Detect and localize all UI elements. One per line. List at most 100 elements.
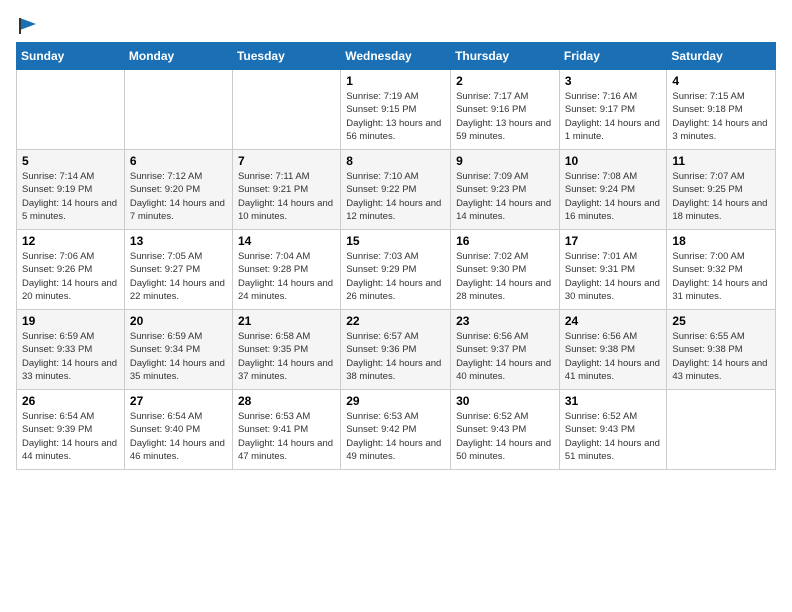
logo-flag-icon (18, 16, 38, 36)
day-number: 18 (672, 234, 770, 248)
calendar-cell: 23Sunrise: 6:56 AM Sunset: 9:37 PM Dayli… (451, 310, 560, 390)
calendar-cell: 21 Sunrise: 6:58 AM Sunset: 9:35 PM Dayli… (232, 310, 340, 390)
day-number: 14 (238, 234, 335, 248)
day-number: 3 (565, 74, 662, 88)
calendar-table: SundayMondayTuesdayWednesdayThursdayFrid… (16, 42, 776, 470)
calendar-week-row: 5Sunrise: 7:14 AM Sunset: 9:19 PM Daylig… (17, 150, 776, 230)
day-number: 22 (346, 314, 445, 328)
calendar-cell: 18 Sunrise: 7:00 AM Sunset: 9:32 PM Dayli… (667, 230, 776, 310)
day-info: Sunrise: 6:57 AM Sunset: 9:36 PM Dayligh… (346, 330, 445, 383)
day-info: Sunrise: 7:10 AM Sunset: 9:22 PM Dayligh… (346, 170, 445, 223)
page-header (16, 16, 776, 32)
calendar-cell: 26 Sunrise: 6:54 AM Sunset: 9:39 PM Dayli… (17, 390, 125, 470)
day-number: 8 (346, 154, 445, 168)
calendar-cell: 5Sunrise: 7:14 AM Sunset: 9:19 PM Daylig… (17, 150, 125, 230)
day-info: Sunrise: 6:52 AM Sunset: 9:43 PM Dayligh… (456, 410, 554, 463)
column-header-tuesday: Tuesday (232, 43, 340, 70)
calendar-cell: 1 Sunrise: 7:19 AM Sunset: 9:15 PM Daylig… (341, 70, 451, 150)
calendar-week-row: 26 Sunrise: 6:54 AM Sunset: 9:39 PM Dayli… (17, 390, 776, 470)
calendar-cell: 25Sunrise: 6:55 AM Sunset: 9:38 PM Dayli… (667, 310, 776, 390)
calendar-week-row: 12 Sunrise: 7:06 AM Sunset: 9:26 PM Dayli… (17, 230, 776, 310)
day-info: Sunrise: 7:08 AM Sunset: 9:24 PM Dayligh… (565, 170, 662, 223)
calendar-cell: 12 Sunrise: 7:06 AM Sunset: 9:26 PM Dayli… (17, 230, 125, 310)
day-info: Sunrise: 6:56 AM Sunset: 9:37 PM Dayligh… (456, 330, 554, 383)
day-number: 26 (22, 394, 119, 408)
day-number: 30 (456, 394, 554, 408)
day-number: 27 (130, 394, 227, 408)
calendar-cell: 17Sunrise: 7:01 AM Sunset: 9:31 PM Dayli… (559, 230, 667, 310)
day-info: Sunrise: 7:15 AM Sunset: 9:18 PM Dayligh… (672, 90, 770, 143)
calendar-cell: 31 Sunrise: 6:52 AM Sunset: 9:43 PM Dayli… (559, 390, 667, 470)
day-info: Sunrise: 6:53 AM Sunset: 9:42 PM Dayligh… (346, 410, 445, 463)
day-number: 10 (565, 154, 662, 168)
calendar-cell: 20Sunrise: 6:59 AM Sunset: 9:34 PM Dayli… (124, 310, 232, 390)
calendar-week-row: 1 Sunrise: 7:19 AM Sunset: 9:15 PM Daylig… (17, 70, 776, 150)
calendar-cell: 11 Sunrise: 7:07 AM Sunset: 9:25 PM Dayli… (667, 150, 776, 230)
column-header-wednesday: Wednesday (341, 43, 451, 70)
calendar-cell: 27Sunrise: 6:54 AM Sunset: 9:40 PM Dayli… (124, 390, 232, 470)
day-info: Sunrise: 7:09 AM Sunset: 9:23 PM Dayligh… (456, 170, 554, 223)
calendar-cell (667, 390, 776, 470)
day-number: 11 (672, 154, 770, 168)
day-number: 5 (22, 154, 119, 168)
logo (16, 16, 38, 32)
column-header-monday: Monday (124, 43, 232, 70)
calendar-header-row: SundayMondayTuesdayWednesdayThursdayFrid… (17, 43, 776, 70)
day-info: Sunrise: 7:07 AM Sunset: 9:25 PM Dayligh… (672, 170, 770, 223)
day-number: 7 (238, 154, 335, 168)
day-number: 2 (456, 74, 554, 88)
day-number: 16 (456, 234, 554, 248)
day-info: Sunrise: 6:54 AM Sunset: 9:39 PM Dayligh… (22, 410, 119, 463)
calendar-cell (232, 70, 340, 150)
calendar-cell: 24 Sunrise: 6:56 AM Sunset: 9:38 PM Dayli… (559, 310, 667, 390)
calendar-cell: 6 Sunrise: 7:12 AM Sunset: 9:20 PM Daylig… (124, 150, 232, 230)
day-info: Sunrise: 6:59 AM Sunset: 9:34 PM Dayligh… (130, 330, 227, 383)
day-info: Sunrise: 6:56 AM Sunset: 9:38 PM Dayligh… (565, 330, 662, 383)
day-number: 13 (130, 234, 227, 248)
day-number: 31 (565, 394, 662, 408)
day-number: 1 (346, 74, 445, 88)
day-info: Sunrise: 7:19 AM Sunset: 9:15 PM Dayligh… (346, 90, 445, 143)
calendar-cell: 9 Sunrise: 7:09 AM Sunset: 9:23 PM Daylig… (451, 150, 560, 230)
day-info: Sunrise: 7:00 AM Sunset: 9:32 PM Dayligh… (672, 250, 770, 303)
calendar-cell: 15 Sunrise: 7:03 AM Sunset: 9:29 PM Dayli… (341, 230, 451, 310)
day-number: 29 (346, 394, 445, 408)
day-info: Sunrise: 7:02 AM Sunset: 9:30 PM Dayligh… (456, 250, 554, 303)
calendar-cell: 2 Sunrise: 7:17 AM Sunset: 9:16 PM Daylig… (451, 70, 560, 150)
calendar-cell: 29 Sunrise: 6:53 AM Sunset: 9:42 PM Dayli… (341, 390, 451, 470)
day-info: Sunrise: 7:03 AM Sunset: 9:29 PM Dayligh… (346, 250, 445, 303)
calendar-cell: 3 Sunrise: 7:16 AM Sunset: 9:17 PM Daylig… (559, 70, 667, 150)
day-number: 17 (565, 234, 662, 248)
calendar-cell (17, 70, 125, 150)
calendar-cell: 14 Sunrise: 7:04 AM Sunset: 9:28 PM Dayli… (232, 230, 340, 310)
day-number: 9 (456, 154, 554, 168)
calendar-cell: 22 Sunrise: 6:57 AM Sunset: 9:36 PM Dayli… (341, 310, 451, 390)
day-number: 28 (238, 394, 335, 408)
calendar-cell: 16 Sunrise: 7:02 AM Sunset: 9:30 PM Dayli… (451, 230, 560, 310)
day-info: Sunrise: 6:52 AM Sunset: 9:43 PM Dayligh… (565, 410, 662, 463)
calendar-cell: 30 Sunrise: 6:52 AM Sunset: 9:43 PM Dayli… (451, 390, 560, 470)
day-info: Sunrise: 7:04 AM Sunset: 9:28 PM Dayligh… (238, 250, 335, 303)
day-number: 4 (672, 74, 770, 88)
column-header-friday: Friday (559, 43, 667, 70)
calendar-cell: 7Sunrise: 7:11 AM Sunset: 9:21 PM Daylig… (232, 150, 340, 230)
day-number: 21 (238, 314, 335, 328)
calendar-cell: 4 Sunrise: 7:15 AM Sunset: 9:18 PM Daylig… (667, 70, 776, 150)
column-header-thursday: Thursday (451, 43, 560, 70)
day-info: Sunrise: 6:55 AM Sunset: 9:38 PM Dayligh… (672, 330, 770, 383)
day-number: 15 (346, 234, 445, 248)
day-number: 12 (22, 234, 119, 248)
calendar-cell: 8 Sunrise: 7:10 AM Sunset: 9:22 PM Daylig… (341, 150, 451, 230)
day-info: Sunrise: 6:53 AM Sunset: 9:41 PM Dayligh… (238, 410, 335, 463)
day-info: Sunrise: 7:06 AM Sunset: 9:26 PM Dayligh… (22, 250, 119, 303)
day-number: 6 (130, 154, 227, 168)
day-info: Sunrise: 7:16 AM Sunset: 9:17 PM Dayligh… (565, 90, 662, 143)
calendar-week-row: 19Sunrise: 6:59 AM Sunset: 9:33 PM Dayli… (17, 310, 776, 390)
day-info: Sunrise: 7:17 AM Sunset: 9:16 PM Dayligh… (456, 90, 554, 143)
column-header-saturday: Saturday (667, 43, 776, 70)
calendar-cell: 10 Sunrise: 7:08 AM Sunset: 9:24 PM Dayli… (559, 150, 667, 230)
column-header-sunday: Sunday (17, 43, 125, 70)
day-info: Sunrise: 6:58 AM Sunset: 9:35 PM Dayligh… (238, 330, 335, 383)
day-info: Sunrise: 7:12 AM Sunset: 9:20 PM Dayligh… (130, 170, 227, 223)
day-number: 24 (565, 314, 662, 328)
